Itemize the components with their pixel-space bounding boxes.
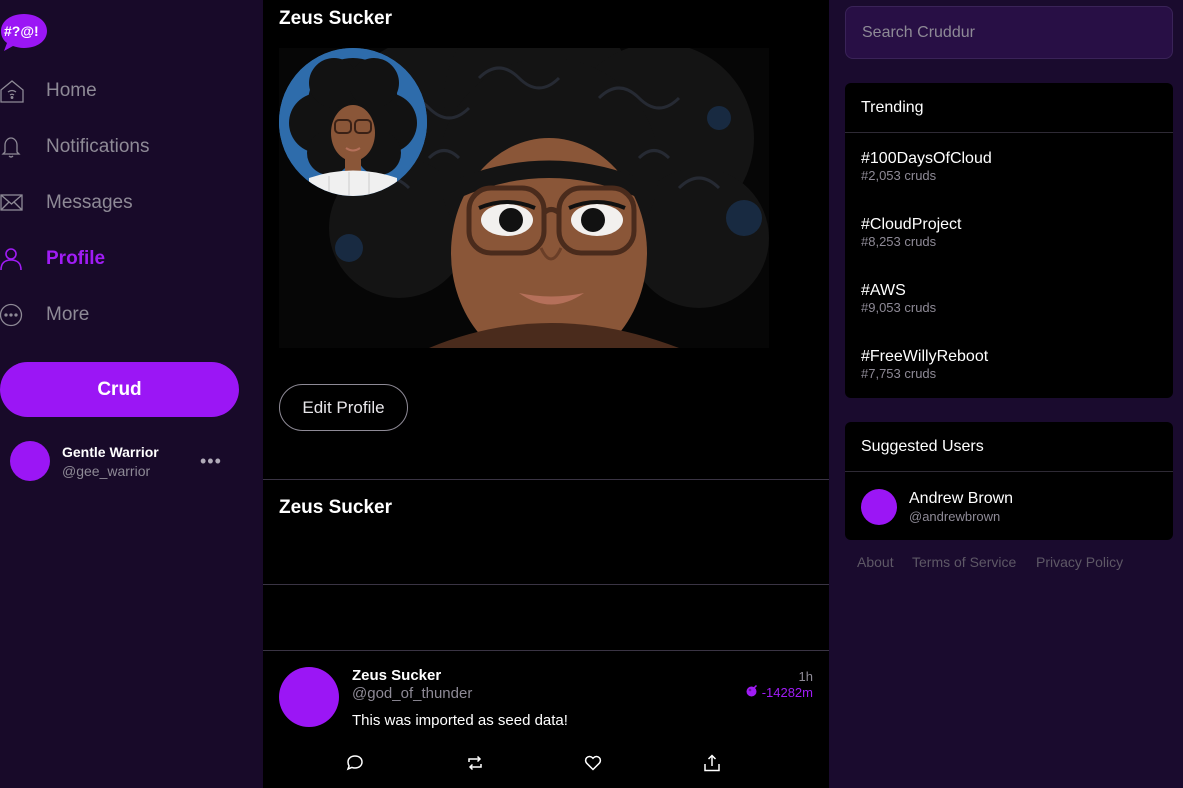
- bomb-icon: [746, 684, 758, 700]
- nav-item-profile[interactable]: Profile: [0, 239, 105, 279]
- crud-message: This was imported as seed data!: [352, 712, 568, 729]
- profile-avatar-image: [279, 48, 427, 196]
- sidebar: #?@! Home Notifications Messages Profile…: [0, 0, 263, 788]
- home-icon: [0, 79, 24, 103]
- nav-item-more[interactable]: More: [0, 295, 89, 335]
- nav-label-home: Home: [46, 80, 97, 101]
- account-card[interactable]: Gentle Warrior @gee_warrior •••: [10, 441, 240, 481]
- nav-label-profile: Profile: [46, 248, 106, 269]
- trend-name: #CloudProject: [861, 216, 962, 233]
- nav-item-home[interactable]: Home: [0, 71, 97, 111]
- suggested-user-name[interactable]: Andrew Brown: [909, 490, 1013, 508]
- trending-item[interactable]: #FreeWillyReboot #7,753 cruds: [861, 348, 988, 381]
- nav-label-messages: Messages: [46, 192, 133, 213]
- trending-item[interactable]: #100DaysOfCloud #2,053 cruds: [861, 150, 992, 183]
- trend-name: #100DaysOfCloud: [861, 150, 992, 167]
- crud-author-handle[interactable]: @god_of_thunder: [352, 685, 472, 702]
- page-title: Zeus Sucker: [279, 8, 392, 29]
- divider: [263, 584, 829, 585]
- nav-label-more: More: [46, 304, 90, 325]
- crud-expiry: -14282m: [746, 684, 813, 700]
- footer-link-privacy[interactable]: Privacy Policy: [1036, 554, 1123, 570]
- trending-panel: Trending #100DaysOfCloud #2,053 cruds #C…: [845, 83, 1173, 398]
- nav-item-notifications[interactable]: Notifications: [0, 127, 150, 167]
- crud-author-name[interactable]: Zeus Sucker: [352, 667, 441, 684]
- bell-icon: [0, 135, 24, 159]
- avatar: [10, 441, 50, 481]
- like-icon[interactable]: [583, 753, 603, 773]
- trend-name: #AWS: [861, 282, 906, 299]
- account-menu-icon[interactable]: •••: [200, 452, 221, 470]
- share-icon[interactable]: [702, 753, 722, 773]
- nav-label-notifications: Notifications: [46, 136, 150, 157]
- footer-link-about[interactable]: About: [857, 554, 894, 570]
- crud-timestamp: 1h: [798, 669, 813, 684]
- more-circle-icon: [0, 303, 24, 327]
- crud-button[interactable]: Crud: [0, 362, 239, 417]
- logo-text: #?@!: [4, 23, 39, 39]
- footer-link-terms[interactable]: Terms of Service: [912, 554, 1016, 570]
- crud-item[interactable]: Zeus Sucker @god_of_thunder 1h -14282m T…: [263, 651, 829, 788]
- trend-count: #2,053 cruds: [861, 168, 937, 183]
- recrud-icon[interactable]: [465, 753, 485, 773]
- trending-title: Trending: [845, 83, 1173, 133]
- account-handle: @gee_warrior: [62, 463, 151, 479]
- suggested-users-panel: Suggested Users Andrew Brown @andrewbrow…: [845, 422, 1173, 540]
- trend-count: #9,053 cruds: [861, 300, 937, 315]
- trend-name: #FreeWillyReboot: [861, 348, 989, 365]
- trending-item[interactable]: #AWS #9,053 cruds: [861, 282, 936, 315]
- nav-item-messages[interactable]: Messages: [0, 183, 133, 223]
- profile-display-name: Zeus Sucker: [279, 497, 392, 518]
- trending-item[interactable]: #CloudProject #8,253 cruds: [861, 216, 962, 249]
- avatar[interactable]: [861, 489, 897, 525]
- suggested-users-title: Suggested Users: [845, 422, 1173, 472]
- divider: [263, 479, 829, 480]
- search-input[interactable]: [845, 6, 1173, 59]
- trend-count: #8,253 cruds: [861, 234, 937, 249]
- edit-profile-button[interactable]: Edit Profile: [279, 384, 408, 431]
- main-feed: Zeus Sucker Edit Profile Zeus Sucker Zeu…: [263, 0, 829, 788]
- user-icon: [0, 247, 24, 271]
- avatar[interactable]: [279, 667, 339, 727]
- crud-expiry-text: -14282m: [761, 685, 813, 700]
- account-name: Gentle Warrior: [62, 444, 159, 460]
- cruddur-logo[interactable]: #?@!: [0, 12, 48, 52]
- trend-count: #7,753 cruds: [861, 366, 937, 381]
- suggested-user-handle: @andrewbrown: [909, 509, 1001, 524]
- envelope-icon: [0, 191, 24, 215]
- reply-icon[interactable]: [345, 753, 365, 773]
